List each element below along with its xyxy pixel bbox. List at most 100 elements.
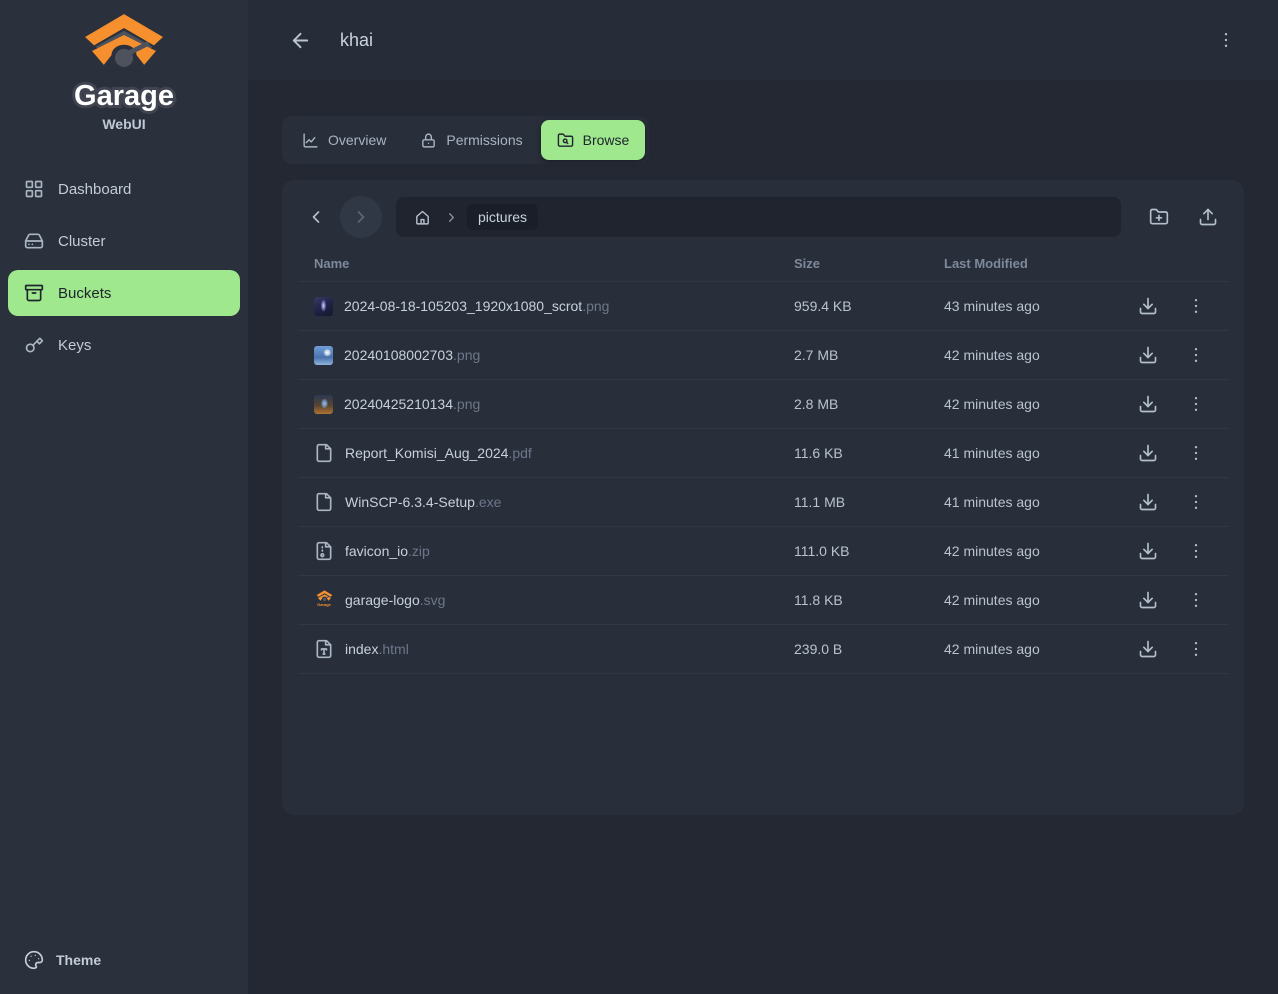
file-size: 11.1 MB [778, 494, 928, 510]
folder-plus-icon [1149, 207, 1169, 227]
sidebar-item-keys[interactable]: Keys [8, 322, 240, 368]
file-modified: 42 minutes ago [928, 347, 1128, 363]
download-icon [1138, 296, 1158, 316]
sidebar-item-label: Keys [58, 337, 91, 354]
file-modified: 41 minutes ago [928, 445, 1128, 461]
history-forward-button[interactable] [340, 196, 382, 238]
chevron-right-icon [444, 210, 459, 225]
tab-overview[interactable]: Overview [286, 120, 402, 160]
file-name[interactable]: index.html [345, 641, 409, 657]
column-header-size: Size [778, 256, 928, 271]
svg-text:Garage: Garage [74, 80, 174, 112]
upload-icon [1198, 207, 1218, 227]
file-icon [314, 443, 334, 463]
table-row[interactable]: 2024-08-18-105203_1920x1080_scrot.png 95… [298, 282, 1228, 331]
layout-grid-icon [24, 179, 44, 199]
download-button[interactable] [1128, 629, 1168, 669]
chevron-right-icon [351, 207, 371, 227]
row-menu-button[interactable] [1176, 580, 1216, 620]
file-modified: 43 minutes ago [928, 298, 1128, 314]
main-area: khai Overview Permissions Browse [248, 0, 1278, 994]
breadcrumb-home-button[interactable] [408, 203, 436, 231]
file-name[interactable]: 20240108002703.png [344, 347, 480, 363]
download-button[interactable] [1128, 580, 1168, 620]
lock-icon [420, 132, 437, 149]
history-back-button[interactable] [298, 199, 334, 235]
download-button[interactable] [1128, 384, 1168, 424]
download-button[interactable] [1128, 482, 1168, 522]
key-icon [24, 335, 44, 355]
palette-icon [24, 950, 44, 970]
table-row[interactable]: 20240425210134.png 2.8 MB 42 minutes ago [298, 380, 1228, 429]
more-vertical-icon [1186, 443, 1206, 463]
more-vertical-icon [1216, 30, 1236, 50]
download-icon [1138, 639, 1158, 659]
file-name[interactable]: 20240425210134.png [344, 396, 480, 412]
breadcrumb-folder[interactable]: pictures [467, 204, 538, 230]
file-size: 2.7 MB [778, 347, 928, 363]
table-row[interactable]: index.html 239.0 B 42 minutes ago [298, 625, 1228, 674]
more-vertical-icon [1186, 639, 1206, 659]
row-menu-button[interactable] [1176, 482, 1216, 522]
image-thumbnail [314, 297, 333, 316]
table-row[interactable]: Report_Komisi_Aug_2024.pdf 11.6 KB 41 mi… [298, 429, 1228, 478]
download-icon [1138, 345, 1158, 365]
upload-button[interactable] [1188, 197, 1228, 237]
file-type-icon [314, 639, 334, 659]
hard-drive-icon [24, 231, 44, 251]
row-menu-button[interactable] [1176, 335, 1216, 375]
file-name[interactable]: WinSCP-6.3.4-Setup.exe [345, 494, 501, 510]
file-name[interactable]: favicon_io.zip [345, 543, 430, 559]
sidebar-item-label: Buckets [58, 285, 111, 302]
file-size: 959.4 KB [778, 298, 928, 314]
file-size: 239.0 B [778, 641, 928, 657]
sidebar-item-label: Cluster [58, 233, 106, 250]
back-button[interactable] [282, 22, 318, 58]
archive-box-icon [24, 283, 44, 303]
download-button[interactable] [1128, 286, 1168, 326]
file-name[interactable]: 2024-08-18-105203_1920x1080_scrot.png [344, 298, 609, 314]
download-button[interactable] [1128, 335, 1168, 375]
bucket-menu-button[interactable] [1208, 22, 1244, 58]
more-vertical-icon [1186, 590, 1206, 610]
file-size: 111.0 KB [778, 543, 928, 559]
theme-button[interactable]: Theme [8, 940, 240, 980]
app-logo-block: Garage WebUI [0, 0, 248, 132]
sidebar-item-buckets[interactable]: Buckets [8, 270, 240, 316]
file-name[interactable]: Report_Komisi_Aug_2024.pdf [345, 445, 532, 461]
table-row[interactable]: 20240108002703.png 2.7 MB 42 minutes ago [298, 331, 1228, 380]
row-menu-button[interactable] [1176, 531, 1216, 571]
file-modified: 42 minutes ago [928, 641, 1128, 657]
file-modified: 42 minutes ago [928, 592, 1128, 608]
image-thumbnail [314, 346, 333, 365]
sidebar: Garage WebUI Dashboard Cluster Buckets K… [0, 0, 248, 994]
file-size: 11.8 KB [778, 592, 928, 608]
toolbar-actions [1139, 197, 1228, 237]
table-row[interactable]: Garage garage-logo.svg 11.8 KB 42 minute… [298, 576, 1228, 625]
more-vertical-icon [1186, 541, 1206, 561]
page-header: khai [248, 0, 1278, 80]
download-button[interactable] [1128, 433, 1168, 473]
file-browser-card: pictures Name Size Last Modified [282, 180, 1244, 815]
app-subtitle: WebUI [102, 116, 145, 132]
row-menu-button[interactable] [1176, 384, 1216, 424]
row-menu-button[interactable] [1176, 433, 1216, 473]
download-button[interactable] [1128, 531, 1168, 571]
file-modified: 42 minutes ago [928, 543, 1128, 559]
sidebar-item-cluster[interactable]: Cluster [8, 218, 240, 264]
download-icon [1138, 541, 1158, 561]
breadcrumb: pictures [396, 197, 1121, 237]
table-row[interactable]: favicon_io.zip 111.0 KB 42 minutes ago [298, 527, 1228, 576]
file-name[interactable]: garage-logo.svg [345, 592, 445, 608]
row-menu-button[interactable] [1176, 629, 1216, 669]
tab-permissions[interactable]: Permissions [404, 120, 538, 160]
app-name: Garage [39, 76, 209, 114]
new-folder-button[interactable] [1139, 197, 1179, 237]
tab-label: Browse [583, 132, 630, 148]
row-menu-button[interactable] [1176, 286, 1216, 326]
tab-browse[interactable]: Browse [541, 120, 646, 160]
sidebar-item-dashboard[interactable]: Dashboard [8, 166, 240, 212]
table-row[interactable]: WinSCP-6.3.4-Setup.exe 11.1 MB 41 minute… [298, 478, 1228, 527]
bucket-tabs: Overview Permissions Browse [282, 116, 649, 164]
sidebar-nav: Dashboard Cluster Buckets Keys [0, 166, 248, 374]
